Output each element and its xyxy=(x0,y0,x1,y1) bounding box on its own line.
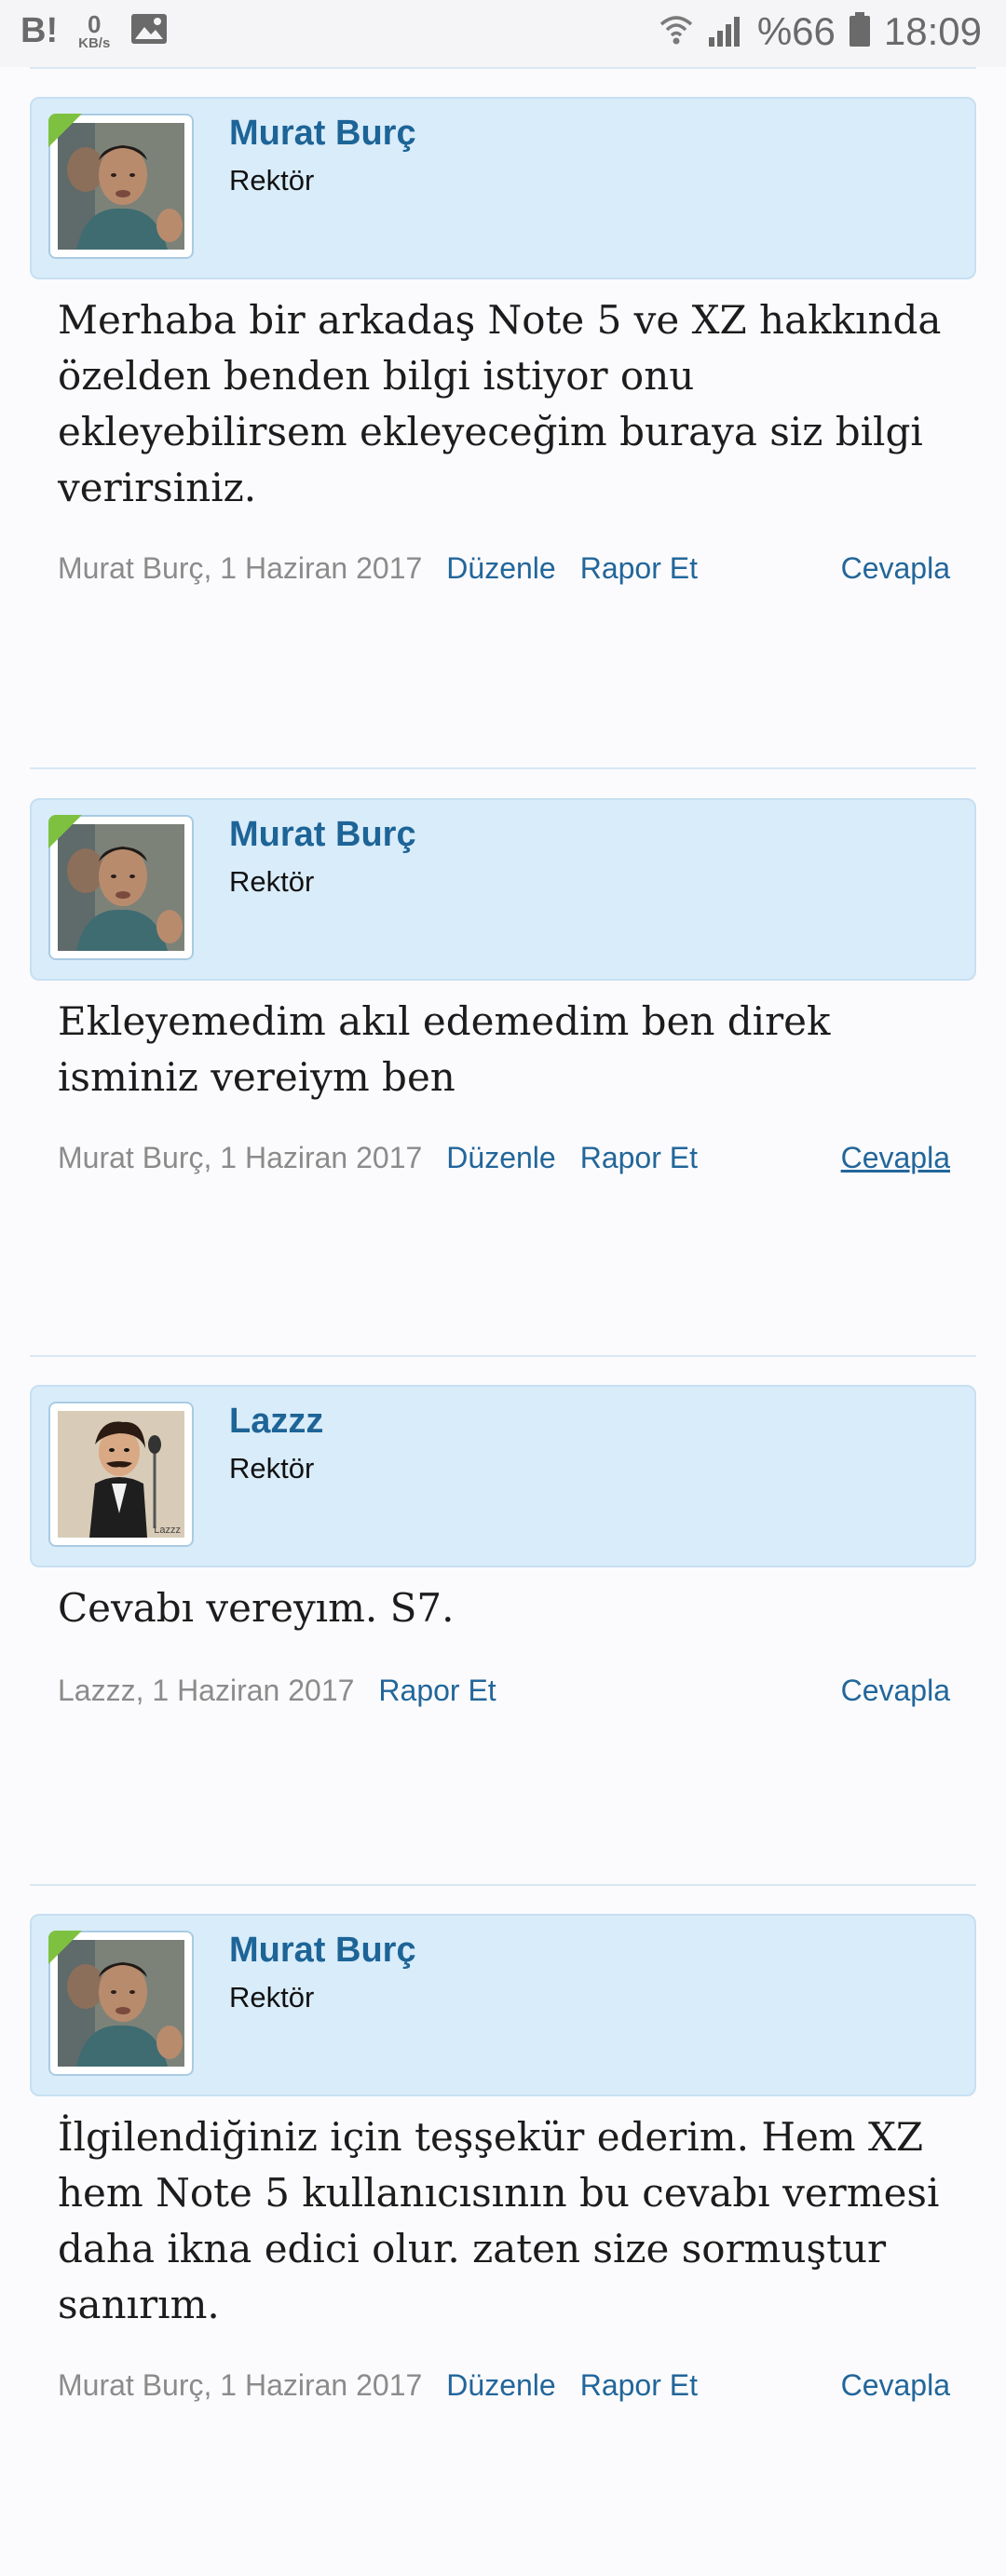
message-meta: Murat Burç, 1 Haziran 2017 Düzenle Rapor E… xyxy=(58,551,950,586)
edit-link[interactable]: Düzenle xyxy=(446,2368,555,2402)
report-link[interactable]: Rapor Et xyxy=(378,1674,496,1707)
battery-percent: %66 xyxy=(756,9,836,53)
username-link[interactable]: Lazzz xyxy=(229,1402,323,1442)
edit-link[interactable]: Düzenle xyxy=(446,551,555,585)
clock: 18:09 xyxy=(883,9,982,53)
user-panel: Lazzz Lazzz Rektör xyxy=(30,1385,976,1567)
message-text: İlgilendiğiniz için teşşekür ederim. Hem… xyxy=(58,2114,940,2327)
username-link[interactable]: Murat Burç xyxy=(229,114,416,154)
message-meta: Lazzz, 1 Haziran 2017 Rapor Et Cevapla xyxy=(58,1674,950,1708)
message-meta: Murat Burç, 1 Haziran 2017 Düzenle Rapor E… xyxy=(58,2368,950,2403)
avatar[interactable] xyxy=(48,114,194,259)
post: Lazzz Lazzz Rektör Cevabı vereyım. S7. L… xyxy=(30,1385,976,1707)
message-meta: Murat Burç, 1 Haziran 2017 Düzenle Rapor E… xyxy=(58,1141,950,1175)
post-date[interactable]: Murat Burç, 1 Haziran 2017 xyxy=(58,551,422,585)
reply-link[interactable]: Cevapla xyxy=(841,1674,950,1708)
message-text: Cevabı vereyım. S7. xyxy=(58,1585,455,1631)
report-link[interactable]: Rapor Et xyxy=(580,1141,698,1174)
app-notification-icon: B! xyxy=(20,11,59,50)
message-text: Merhaba bir arkadaş Note 5 ve XZ hakkınd… xyxy=(58,297,942,510)
username-link[interactable]: Murat Burç xyxy=(229,815,416,855)
network-speed: 0 KB/s xyxy=(78,12,110,50)
divider xyxy=(30,67,976,69)
status-bar: B! 0 KB/s %66 18:09 xyxy=(0,0,1006,67)
staff-leaf-icon xyxy=(48,815,82,848)
report-link[interactable]: Rapor Et xyxy=(580,551,698,585)
user-panel: Murat Burç Rektör xyxy=(30,1914,976,2096)
edit-link[interactable]: Düzenle xyxy=(446,1141,555,1174)
battery-icon xyxy=(849,11,871,52)
post-date[interactable]: Lazzz, 1 Haziran 2017 xyxy=(58,1674,354,1707)
avatar-watermark: Lazzz xyxy=(154,1525,181,1536)
avatar-photo: Lazzz xyxy=(58,1411,184,1538)
reply-link[interactable]: Cevapla xyxy=(841,1141,950,1175)
user-title: Rektör xyxy=(229,1981,315,2013)
reply-link[interactable]: Cevapla xyxy=(841,2368,950,2403)
post-date[interactable]: Murat Burç, 1 Haziran 2017 xyxy=(58,1141,422,1174)
post: Murat Burç Rektör Ekleyemedim akıl edeme… xyxy=(30,798,976,1174)
staff-leaf-icon xyxy=(48,114,82,147)
wifi-icon xyxy=(659,13,694,51)
divider xyxy=(30,1355,976,1357)
avatar[interactable] xyxy=(48,1931,194,2076)
user-title: Rektör xyxy=(229,865,315,898)
staff-leaf-icon xyxy=(48,1931,82,1964)
message-text: Ekleyemedim akıl edemedim ben direk ismi… xyxy=(58,998,831,1100)
user-title: Rektör xyxy=(229,164,315,197)
post-date[interactable]: Murat Burç, 1 Haziran 2017 xyxy=(58,2368,422,2402)
network-speed-unit: KB/s xyxy=(78,35,111,51)
user-panel: Murat Burç Rektör xyxy=(30,798,976,981)
post: Murat Burç Rektör Merhaba bir arkadaş No… xyxy=(30,97,976,585)
divider xyxy=(30,767,976,769)
reply-link[interactable]: Cevapla xyxy=(841,551,950,586)
network-speed-value: 0 xyxy=(87,10,102,38)
user-panel: Murat Burç Rektör xyxy=(30,97,976,279)
user-title: Rektör xyxy=(229,1452,315,1485)
image-icon xyxy=(130,13,168,49)
divider xyxy=(30,1884,976,1886)
avatar[interactable] xyxy=(48,815,194,960)
report-link[interactable]: Rapor Et xyxy=(580,2368,698,2402)
avatar[interactable]: Lazzz xyxy=(48,1402,194,1547)
signal-icon xyxy=(707,13,744,51)
username-link[interactable]: Murat Burç xyxy=(229,1931,416,1971)
post: Murat Burç Rektör İlgilendiğiniz için te… xyxy=(30,1914,976,2402)
